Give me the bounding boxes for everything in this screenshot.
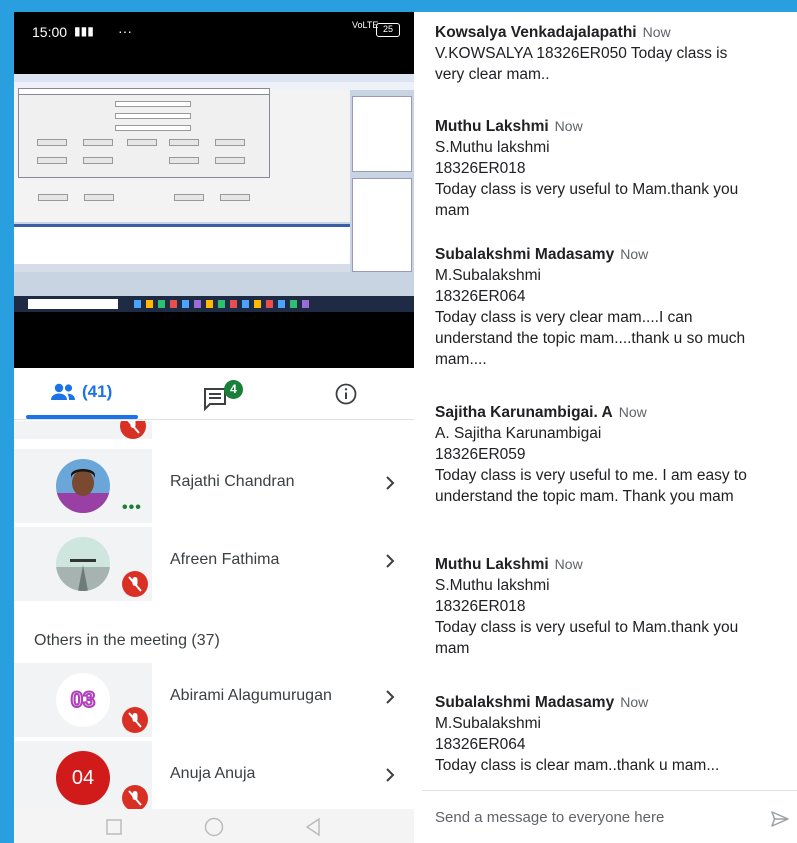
message-input[interactable] [435,805,755,829]
status-more: ··· [118,23,132,39]
message-header: Muthu Lakshmi Now [435,554,795,575]
message-header: Kowsalya Venkadajalapathi Now [435,22,795,43]
mic-off-icon [122,785,148,809]
shared-form-window [18,94,270,178]
chat-message: Sajitha Karunambigai. A Now A. Sajitha Kar… [435,402,795,507]
speaking-indicator-icon: ••• [122,499,142,516]
info-icon[interactable] [334,382,358,406]
message-header: Muthu Lakshmi Now [435,116,795,137]
system-nav-bar [14,809,414,843]
message-header: Sajitha Karunambigai. A Now [435,402,795,423]
chat-panel: Kowsalya Venkadajalapathi Now V.KOWSALYA 1… [422,12,797,843]
section-heading: Others in the meeting (37) [34,632,220,649]
message-text: S.Muthu lakshmi [435,139,550,156]
nav-circle-icon[interactable] [204,817,224,837]
chat-message: Subalakshmi Madasamy Now M.Subalakshmi 1832… [435,244,795,370]
message-time: Now [554,556,583,572]
message-text: M.Subalakshmi [435,267,541,284]
message-time: Now [554,118,583,134]
nav-back-icon[interactable] [304,817,322,837]
window-frame-top [0,0,797,12]
chevron-right-icon[interactable] [384,549,398,573]
avatar [56,537,110,591]
participant-row[interactable]: ••• Rajathi Chandran [14,449,414,523]
participant-name: Rajathi Chandran [170,473,295,490]
message-sender: Subalakshmi Madasamy [435,694,615,711]
message-text: mam [435,640,470,657]
participant-name: Afreen Fathima [170,551,280,568]
people-icon [51,383,75,400]
participant-list[interactable]: ••• Rajathi Chandran Afreen Fathima Othe… [14,421,414,809]
meeting-panel: 15:00 ▮▮▮ ··· VoLTE 25 (41) 4 ••• Rajath… [14,12,414,843]
send-icon[interactable] [770,809,790,829]
chevron-right-icon[interactable] [384,471,398,495]
presentation-video[interactable]: 15:00 ▮▮▮ ··· VoLTE 25 [14,12,414,368]
message-text: understand the topic mam....thank u so m… [435,330,746,347]
message-sender: Muthu Lakshmi [435,556,549,573]
chat-message: Kowsalya Venkadajalapathi Now V.KOWSALYA 1… [435,22,795,85]
tab-active-indicator [26,415,138,419]
tab-people[interactable]: (41) [50,382,112,402]
message-text: 18326ER064 [435,288,526,305]
chat-message: Muthu Lakshmi Now S.Muthu lakshmi 18326ER01… [435,554,795,659]
message-text: V.KOWSALYA 18326ER050 Today class is [435,45,728,62]
chat-message: Subalakshmi Madasamy Now M.Subalakshmi 1832… [435,692,795,776]
chat-message: Muthu Lakshmi Now S.Muthu lakshmi 18326ER01… [435,116,795,221]
window-frame-left [0,0,14,843]
avatar: 03 [56,673,110,727]
message-text: mam.... [435,351,487,368]
message-text: 18326ER018 [435,160,526,177]
participant-row[interactable]: 03 Abirami Alagumurugan [14,663,414,737]
message-time: Now [642,24,671,40]
message-text: mam [435,202,470,219]
message-sender: Subalakshmi Madasamy [435,246,615,263]
people-count: (41) [82,382,113,401]
message-text: Today class is very useful to Mam.thank … [435,181,739,198]
message-text: S.Muthu lakshmi [435,577,550,594]
message-text: 18326ER059 [435,446,526,463]
message-time: Now [620,246,649,262]
chat-badge: 4 [224,380,243,399]
network-type: VoLTE [352,20,379,30]
message-text: understand the topic mam. Thank you mam [435,488,734,505]
battery-icon: 25 [376,23,400,37]
status-bar: 15:00 ▮▮▮ ··· VoLTE 25 [14,12,414,52]
message-text: Today class is clear mam..thank u mam... [435,757,720,774]
message-time: Now [618,404,647,420]
message-sender: Muthu Lakshmi [435,118,549,135]
participant-row[interactable]: Afreen Fathima [14,527,414,601]
nav-square-icon[interactable] [106,819,122,835]
message-time: Now [620,694,649,710]
avatar [56,459,110,513]
list-item [14,421,152,439]
message-header: Subalakshmi Madasamy Now [435,692,795,713]
message-text: 18326ER064 [435,736,526,753]
mic-off-icon [120,421,146,439]
message-text: very clear mam.. [435,66,550,83]
signal-icon: ▮▮▮ [74,24,94,38]
shared-screen [14,74,414,312]
mic-off-icon [122,571,148,597]
tab-chat[interactable]: 4 [202,380,243,412]
message-header: Subalakshmi Madasamy Now [435,244,795,265]
message-text: M.Subalakshmi [435,715,541,732]
compose-bar [422,790,797,843]
message-text: Today class is very useful to me. I am e… [435,467,747,484]
meeting-tabs: (41) 4 [14,368,414,420]
message-text: A. Sajitha Karunambigai [435,425,602,442]
status-time: 15:00 [32,24,68,40]
participant-name: Anuja Anuja [170,765,256,782]
message-sender: Sajitha Karunambigai. A [435,404,613,421]
message-sender: Kowsalya Venkadajalapathi [435,24,637,41]
message-text: 18326ER018 [435,598,526,615]
mic-off-icon [122,707,148,733]
chevron-right-icon[interactable] [384,685,398,709]
participant-row[interactable]: 04 Anuja Anuja [14,741,414,809]
avatar: 04 [56,751,110,805]
message-text: Today class is very useful to Mam.thank … [435,619,739,636]
participant-name: Abirami Alagumurugan [170,687,332,704]
chevron-right-icon[interactable] [384,763,398,787]
message-text: Today class is very clear mam....I can [435,309,693,326]
